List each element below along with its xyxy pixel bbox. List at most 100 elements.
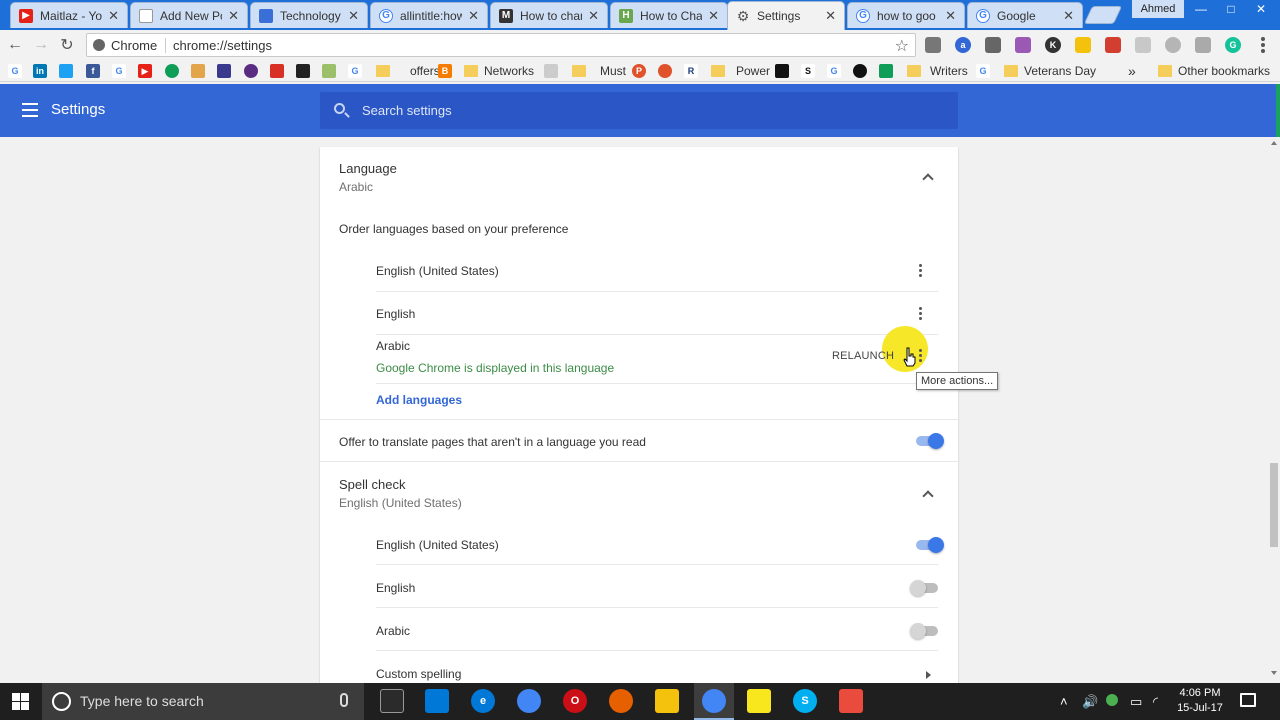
site-icon[interactable] [244,64,258,78]
taskbar-clock[interactable]: 4:06 PM 15-Jul-17 [1170,686,1230,716]
app-icon[interactable] [839,689,863,713]
bookmarks-overflow-button[interactable]: » [1128,63,1136,79]
site-icon[interactable] [191,64,205,78]
spellcheck-toggle[interactable] [910,623,940,639]
tab-add-new-post[interactable]: Add New Po ✕ [130,2,248,28]
bookmark-folder[interactable]: Must [572,63,626,79]
extension-video-icon[interactable] [1105,37,1121,53]
chevron-right-icon[interactable] [926,671,931,679]
tab-settings[interactable]: ⚙ Settings ✕ [727,1,845,30]
chrome-app-icon[interactable] [517,689,541,713]
edge-icon[interactable]: e [471,689,495,713]
grammarly-icon[interactable]: G [1225,37,1241,53]
task-view-icon[interactable] [380,689,404,713]
collapse-spellcheck-icon[interactable] [922,490,934,502]
microphone-icon[interactable] [340,693,348,707]
search-input[interactable] [362,101,922,120]
site-icon[interactable] [165,64,179,78]
taskbar-search-box[interactable]: Type here to search [42,683,364,720]
skype-icon[interactable]: S [793,689,817,713]
extension-off-icon[interactable] [925,37,941,53]
forward-button[interactable]: → [30,34,52,56]
sticky-notes-icon[interactable] [747,689,771,713]
p-icon[interactable]: P [632,64,646,78]
extension-fb-icon[interactable] [1195,37,1211,53]
close-tab-icon[interactable]: ✕ [708,8,719,24]
custom-spelling-link[interactable]: Custom spelling [376,667,461,681]
s-icon[interactable]: S [801,64,815,78]
scrollbar-thumb[interactable] [1270,463,1278,547]
site-icon[interactable] [658,64,672,78]
relaunch-button[interactable]: RELAUNCH [832,350,894,362]
bookmark-folder[interactable]: Writers [907,63,968,79]
profile-button[interactable]: Ahmed [1132,0,1184,18]
new-tab-button[interactable] [1083,6,1123,24]
minimize-button[interactable]: — [1186,0,1216,18]
site-icon[interactable] [853,64,867,78]
battery-icon[interactable]: ▭ [1130,694,1142,710]
firefox-icon[interactable] [609,689,633,713]
chrome-menu-icon[interactable] [1256,36,1270,54]
tab-how-to-google[interactable]: G how to goo ✕ [847,2,965,28]
chrome-app-icon[interactable] [702,689,726,713]
file-explorer-icon[interactable] [655,689,679,713]
extension-a-icon[interactable]: a [955,37,971,53]
back-button[interactable]: ← [4,34,26,56]
more-actions-icon[interactable] [914,307,926,323]
close-tab-icon[interactable]: ✕ [348,8,359,24]
google-icon[interactable]: G [348,64,362,78]
facebook-icon[interactable]: f [86,64,100,78]
wifi-icon[interactable]: ◜ [1153,694,1158,710]
tab-how-to-change-1[interactable]: M How to chan ✕ [490,2,608,28]
tab-youtube[interactable]: ▶ Maitlaz - Yo ✕ [10,2,128,28]
menu-icon[interactable] [22,103,38,117]
extension-k-icon[interactable]: K [1045,37,1061,53]
google-icon[interactable]: G [8,64,22,78]
sheets-icon[interactable] [879,64,893,78]
extension-pen-icon[interactable] [1015,37,1031,53]
bookmark-folder[interactable]: offers [376,63,440,79]
page-scrollbar[interactable] [1268,137,1280,683]
windows-start-icon[interactable] [12,693,29,710]
extension-cube-icon[interactable] [985,37,1001,53]
tab-allintitle[interactable]: G allintitle:how ✕ [370,2,488,28]
site-icon[interactable] [322,64,336,78]
bookmark-folder[interactable]: Power [711,63,770,79]
scroll-down-icon[interactable] [1271,671,1277,675]
site-icon[interactable] [296,64,310,78]
maximize-button[interactable]: □ [1216,0,1246,18]
show-hidden-icons-icon[interactable]: ˄ [1060,694,1068,709]
gmail-icon[interactable] [270,64,284,78]
blogger-icon[interactable]: B [438,64,452,78]
extension-star-icon[interactable] [1135,37,1151,53]
bookmark-star-icon[interactable]: ☆ [895,36,909,56]
google-icon[interactable]: G [827,64,841,78]
close-tab-icon[interactable]: ✕ [228,8,239,24]
close-tab-icon[interactable]: ✕ [108,8,119,24]
spellcheck-toggle[interactable] [910,580,940,596]
twitter-icon[interactable] [59,64,73,78]
linkedin-icon[interactable]: in [33,64,47,78]
action-center-icon[interactable] [1240,693,1256,707]
camera-icon[interactable] [775,64,789,78]
url-text[interactable]: chrome://settings [173,38,272,53]
opera-icon[interactable]: O [563,689,587,713]
close-tab-icon[interactable]: ✕ [825,8,836,24]
close-tab-icon[interactable]: ✕ [945,8,956,24]
extension-notes-icon[interactable] [1075,37,1091,53]
bookmark-folder[interactable]: Veterans Day [1004,63,1096,79]
close-tab-icon[interactable]: ✕ [1063,8,1074,24]
mail-icon[interactable] [217,64,231,78]
tab-technology[interactable]: Technology ✕ [250,2,368,28]
google-icon[interactable]: G [976,64,990,78]
address-bar[interactable]: Chrome chrome://settings ☆ [86,33,916,57]
close-window-button[interactable]: ✕ [1246,0,1276,18]
reload-button[interactable]: ↻ [56,34,78,56]
collapse-language-icon[interactable] [922,173,934,185]
add-languages-button[interactable]: Add languages [376,393,462,407]
volume-icon[interactable]: 🔊 [1082,694,1098,710]
site-icon[interactable] [544,64,558,78]
more-actions-icon[interactable] [914,264,926,280]
translate-toggle[interactable] [914,433,944,449]
extension-m-icon[interactable] [1165,37,1181,53]
